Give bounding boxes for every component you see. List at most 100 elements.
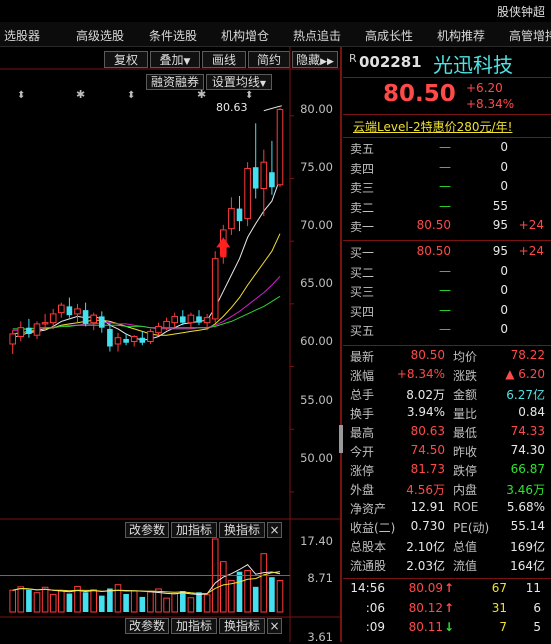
up-arrow-icon	[216, 237, 231, 258]
stat-value: 80.50	[410, 348, 445, 362]
stats-row: 净资产 12.91 ROE 5.68%	[343, 500, 551, 519]
stat-label: 均价	[453, 350, 478, 364]
order-book-row[interactable]: 卖二 — 55	[343, 199, 551, 218]
volume-bar	[41, 586, 49, 613]
volume-bar	[180, 591, 186, 612]
volume-bar	[123, 593, 129, 612]
menu-item-condition-picker[interactable]: 条件选股	[149, 27, 197, 44]
menu-item-exec-increase[interactable]: 高管增持	[509, 27, 551, 44]
order-price: —	[439, 302, 451, 317]
menu-item-institution-increase[interactable]: 机构增仓	[221, 27, 269, 44]
stat-label: ROE	[453, 500, 479, 514]
order-book-row[interactable]: 买三 — 0	[343, 283, 551, 302]
volume-bar	[114, 584, 122, 613]
order-volume: 95	[492, 244, 508, 258]
menu-item-stock-picker[interactable]: 选股器	[4, 27, 40, 44]
order-price: —	[439, 159, 451, 174]
candle-body	[236, 208, 243, 222]
ind-close-icon[interactable]: ×	[267, 618, 282, 634]
stats-row: 最新 80.50 均价 78.22	[343, 348, 551, 367]
vol-switch-indicator-button[interactable]: 换指标	[219, 522, 265, 538]
ind-switch-indicator-button[interactable]: 换指标	[219, 618, 265, 634]
stat-label: 最新	[350, 350, 375, 364]
order-price: 80.50	[416, 218, 451, 233]
candlestick-chart[interactable]	[0, 47, 340, 642]
volume-bar	[228, 580, 235, 613]
tick-list[interactable]: 14:56 80.09 ↑ 67 11:06 80.12 ↑ 31 6:09 80.11 ↓ 7 5	[343, 581, 551, 641]
order-change: +24	[518, 244, 544, 258]
tick-volume: 7	[499, 620, 507, 634]
volume-bar	[269, 577, 275, 612]
menu-item-institution-recommend[interactable]: 机构推荐	[437, 27, 485, 44]
order-book-row[interactable]: 卖一 80.50 95 +24	[343, 218, 551, 237]
tick-count: 11	[525, 581, 541, 595]
candle-body	[260, 161, 268, 190]
order-book-row[interactable]: 买二 — 0	[343, 264, 551, 283]
candle-body	[171, 315, 178, 324]
ind-change-param-button[interactable]: 改参数	[125, 618, 169, 634]
menu-item-hot-chase[interactable]: 热点追击	[293, 27, 341, 44]
order-book-row[interactable]: 买一 80.50 95 +24	[343, 244, 551, 263]
stat-value: 0.84	[518, 405, 545, 419]
candle-body	[269, 172, 275, 188]
stat-label: 总值	[453, 540, 478, 554]
stat-label: PE(动)	[453, 521, 490, 535]
stats-table: 最新 80.50 均价 78.22 涨幅 +8.34% 涨跌 ▲ 6.20 总手 8.02万 金额 6…	[343, 348, 551, 580]
candle-body	[147, 330, 154, 342]
stats-row: 涨停 81.73 跌停 66.87	[343, 462, 551, 481]
y-tick-label: 50.00	[300, 451, 333, 465]
candle-body	[107, 328, 113, 347]
stat-value: +8.34%	[396, 367, 445, 381]
order-book-row[interactable]: 买四 — 0	[343, 303, 551, 322]
order-level-label: 卖二	[350, 200, 375, 215]
divider	[343, 578, 551, 579]
y-tick-label: 65.00	[300, 276, 333, 290]
tick-direction-icon: ↑	[444, 581, 455, 595]
candle-body	[203, 317, 211, 324]
tick-row[interactable]: 14:56 80.09 ↑ 67 11	[343, 581, 551, 600]
candle-body	[17, 327, 25, 337]
candle-body	[244, 167, 251, 220]
menu-item-high-growth[interactable]: 高成长性	[365, 27, 413, 44]
stats-row: 换手 3.94% 量比 0.84	[343, 405, 551, 424]
order-volume: 0	[500, 263, 508, 278]
stat-label: 量比	[453, 407, 478, 421]
order-book-row[interactable]: 买五 — 0	[343, 322, 551, 341]
panel-divider[interactable]	[340, 47, 342, 642]
chart-panel: 复权 叠加▼ 画线 简约 隐藏▶▶ 融资融券 设置均线▼ ⬍ ✱ ⬍ ✱ ⬍ 8…	[0, 47, 340, 644]
stat-value: 2.03亿	[406, 559, 445, 573]
vol-tick-label: 8.71	[307, 571, 333, 585]
divider	[343, 77, 551, 78]
order-book-row[interactable]: 卖三 — 0	[343, 179, 551, 198]
vol-change-param-button[interactable]: 改参数	[125, 522, 169, 538]
candle-body	[276, 109, 284, 186]
volume-bar	[203, 594, 211, 613]
volume-bar	[252, 586, 259, 612]
ind-add-indicator-button[interactable]: 加指标	[171, 618, 217, 634]
vol-add-indicator-button[interactable]: 加指标	[171, 522, 217, 538]
menu-item-advanced-picker[interactable]: 高级选股	[76, 27, 124, 44]
y-tick-label: 80.00	[300, 102, 333, 116]
volume-bar	[130, 590, 138, 613]
tick-row[interactable]: :09 80.11 ↓ 7 5	[343, 620, 551, 639]
stat-value: 0.730	[410, 519, 445, 533]
candle-body	[155, 325, 162, 334]
vol-close-icon[interactable]: ×	[267, 522, 282, 538]
order-level-label: 买四	[350, 304, 375, 319]
candle-body	[123, 338, 129, 343]
order-price: —	[439, 322, 451, 337]
candle-body	[114, 337, 122, 345]
volume-bar	[107, 588, 113, 612]
order-book-row[interactable]: 卖五 — 0	[343, 140, 551, 159]
order-level-label: 买三	[350, 285, 375, 300]
tick-row[interactable]: :06 80.12 ↑ 31 6	[343, 601, 551, 620]
volume-bar	[163, 597, 170, 613]
candle-body	[139, 337, 146, 343]
candle-body	[33, 323, 41, 336]
candle-body	[180, 316, 186, 323]
vol-tick-label: 17.40	[300, 534, 333, 548]
volume-bar	[276, 580, 284, 613]
level2-promo-link[interactable]: 云端Level-2特惠价280元/年!	[353, 118, 512, 135]
order-volume: 0	[500, 159, 508, 174]
order-book-row[interactable]: 卖四 — 0	[343, 160, 551, 179]
